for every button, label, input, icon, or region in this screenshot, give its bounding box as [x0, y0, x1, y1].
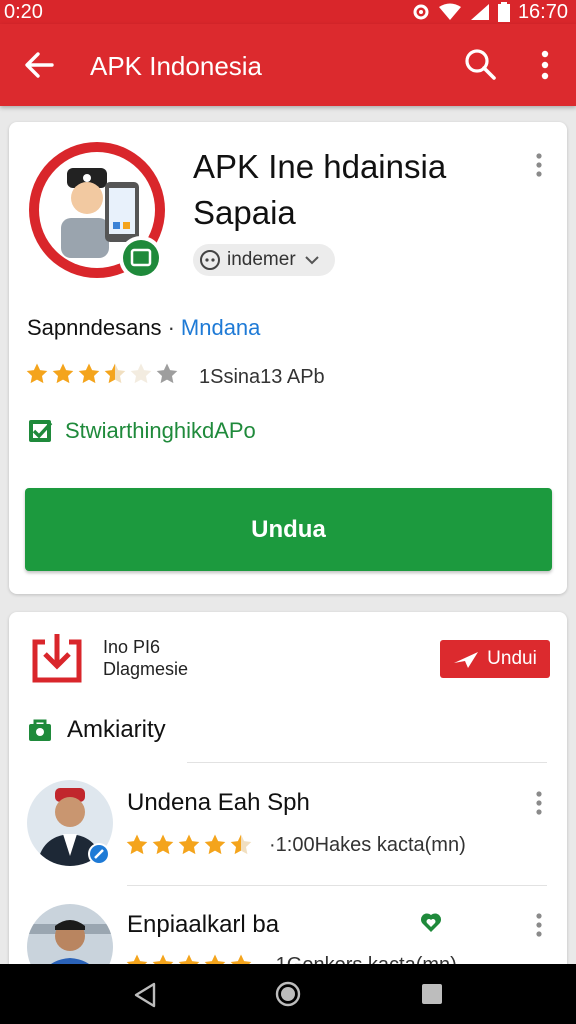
download-button[interactable]: Undui: [440, 640, 550, 678]
settings-icon: [413, 4, 429, 20]
star-full-icon: [78, 363, 100, 384]
avatar: [27, 904, 113, 972]
star-full-icon: [152, 834, 174, 855]
star-half-icon: [230, 834, 252, 855]
status-bar: 0:20 16:70: [0, 0, 576, 24]
app-title-line2: Sapaia: [193, 194, 296, 231]
star-full-icon: [204, 834, 226, 855]
download-card: Ino PI6 Dlagmesie Undui Amkiarity Undena…: [9, 612, 567, 972]
download-box-icon: [32, 634, 82, 683]
review-meta: ·1:00Hakes kacta(mn): [269, 834, 466, 856]
publisher-icon: [200, 250, 220, 270]
nav-back-icon[interactable]: [132, 982, 158, 1008]
reviewer-name: Enpiaalkarl ba: [127, 911, 280, 938]
heart-badge-icon: [420, 913, 442, 932]
app-info-card: APK Ine hdainsia Sapaia indemer Sapnndes…: [9, 122, 567, 594]
star-full-icon: [52, 363, 74, 384]
section-header: Amkiarity: [27, 716, 166, 744]
status-time-right: 16:70: [517, 0, 568, 23]
safety-badge: StwiarthinghikdAPo: [27, 418, 256, 444]
install-button[interactable]: Undua: [25, 488, 552, 571]
star-empty-icon: [156, 363, 178, 384]
review-stars: [125, 833, 255, 857]
reviewer-name: Undena Eah Sph: [127, 789, 310, 816]
download-info-line2: Dlagmesie: [103, 659, 189, 679]
back-arrow-icon[interactable]: [22, 48, 56, 82]
shopping-bag-icon: [29, 719, 51, 741]
nav-recents-icon[interactable]: [421, 983, 443, 1005]
app-card-more-icon[interactable]: [532, 152, 546, 178]
publisher-chip-label: indemer: [227, 249, 296, 270]
review-more-icon[interactable]: [532, 912, 546, 938]
status-icons: 16:70: [412, 0, 568, 24]
publisher-chip[interactable]: indemer: [193, 244, 335, 276]
review-more-icon[interactable]: [532, 790, 546, 816]
nav-home-icon[interactable]: [275, 981, 301, 1007]
star-full-icon: [178, 834, 200, 855]
app-bar: APK Indonesia: [0, 24, 576, 106]
chevron-down-icon: [304, 256, 319, 265]
app-logo-icon: [29, 142, 165, 280]
download-info: Ino PI6 Dlagmesie: [103, 636, 188, 680]
battery-icon: [497, 2, 510, 22]
app-title-line1: APK Ine hdainsia: [193, 148, 447, 185]
more-vert-icon[interactable]: [530, 48, 560, 82]
category-link[interactable]: Mndana: [181, 315, 261, 340]
app-rating-stars: [25, 362, 181, 386]
separator-dot: ·: [167, 315, 175, 340]
plane-icon: [454, 652, 479, 668]
signal-icon: [470, 4, 489, 20]
section-title: Amkiarity: [67, 716, 166, 743]
developer-name[interactable]: Sapnndesans: [27, 315, 162, 340]
download-button-label: Undui: [487, 648, 537, 669]
app-title: APK Ine hdainsia Sapaia: [193, 144, 513, 236]
rating-count: 1Ssina13 APb: [199, 366, 325, 388]
star-half-icon: [104, 363, 126, 384]
search-icon[interactable]: [462, 46, 498, 82]
star-empty-icon: [130, 363, 152, 384]
wifi-icon: [438, 3, 461, 20]
status-time-left: 0:20: [4, 1, 43, 23]
verified-icon: [88, 843, 110, 865]
star-full-icon: [126, 834, 148, 855]
download-info-line1: Ino PI6: [103, 637, 161, 657]
section-divider: [187, 762, 547, 763]
safety-text: StwiarthinghikdAPo: [65, 418, 256, 443]
system-nav-bar: [0, 964, 576, 1024]
review-divider: [127, 885, 547, 886]
check-box-icon: [29, 420, 53, 442]
app-bar-title: APK Indonesia: [90, 51, 263, 81]
star-full-icon: [26, 363, 48, 384]
developer-line: Sapnndesans · Mndana: [27, 314, 260, 342]
